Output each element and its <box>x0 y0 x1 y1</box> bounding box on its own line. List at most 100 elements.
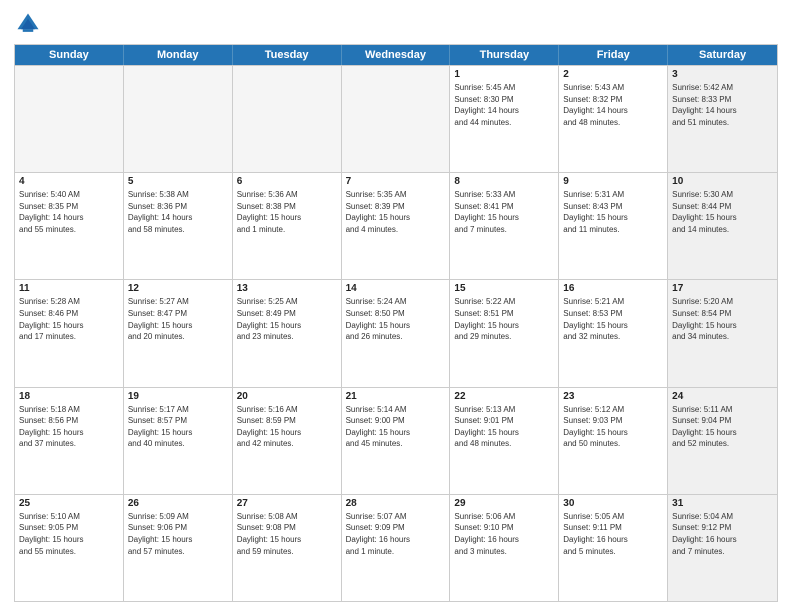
day-info: Sunrise: 5:14 AM Sunset: 9:00 PM Dayligh… <box>346 404 446 450</box>
day-info: Sunrise: 5:30 AM Sunset: 8:44 PM Dayligh… <box>672 189 773 235</box>
day-info: Sunrise: 5:31 AM Sunset: 8:43 PM Dayligh… <box>563 189 663 235</box>
day-cell-15: 15Sunrise: 5:22 AM Sunset: 8:51 PM Dayli… <box>450 280 559 386</box>
empty-cell <box>342 66 451 172</box>
day-info: Sunrise: 5:40 AM Sunset: 8:35 PM Dayligh… <box>19 189 119 235</box>
day-info: Sunrise: 5:12 AM Sunset: 9:03 PM Dayligh… <box>563 404 663 450</box>
day-cell-20: 20Sunrise: 5:16 AM Sunset: 8:59 PM Dayli… <box>233 388 342 494</box>
day-cell-7: 7Sunrise: 5:35 AM Sunset: 8:39 PM Daylig… <box>342 173 451 279</box>
day-number: 11 <box>19 283 119 294</box>
weekday-header-saturday: Saturday <box>668 45 777 65</box>
day-info: Sunrise: 5:21 AM Sunset: 8:53 PM Dayligh… <box>563 296 663 342</box>
week-row-2: 4 Sunrise: 5:40 AM Sunset: 8:35 PM Daylig… <box>15 172 777 279</box>
day-info: Sunrise: 5:24 AM Sunset: 8:50 PM Dayligh… <box>346 296 446 342</box>
day-cell-23: 23 Sunrise: 5:12 AM Sunset: 9:03 PM Dayli… <box>559 388 668 494</box>
week-row-5: 25 Sunrise: 5:10 AM Sunset: 9:05 PM Dayli… <box>15 494 777 601</box>
day-info: Sunrise: 5:06 AM Sunset: 9:10 PM Dayligh… <box>454 511 554 557</box>
day-number: 12 <box>128 283 228 294</box>
day-cell-14: 14 Sunrise: 5:24 AM Sunset: 8:50 PM Dayli… <box>342 280 451 386</box>
day-number: 3 <box>672 69 773 80</box>
day-number: 24 <box>672 391 773 402</box>
day-cell-28: 28Sunrise: 5:07 AM Sunset: 9:09 PM Dayli… <box>342 495 451 601</box>
day-cell-10: 10 Sunrise: 5:30 AM Sunset: 8:44 PM Dayli… <box>668 173 777 279</box>
day-cell-21: 21 Sunrise: 5:14 AM Sunset: 9:00 PM Dayli… <box>342 388 451 494</box>
day-info: Sunrise: 5:42 AM Sunset: 8:33 PM Dayligh… <box>672 82 773 128</box>
day-cell-27: 27 Sunrise: 5:08 AM Sunset: 9:08 PM Dayli… <box>233 495 342 601</box>
day-number: 19 <box>128 391 228 402</box>
day-cell-6: 6Sunrise: 5:36 AM Sunset: 8:38 PM Daylig… <box>233 173 342 279</box>
day-number: 31 <box>672 498 773 509</box>
day-info: Sunrise: 5:36 AM Sunset: 8:38 PM Dayligh… <box>237 189 337 235</box>
day-info: Sunrise: 5:10 AM Sunset: 9:05 PM Dayligh… <box>19 511 119 557</box>
day-number: 30 <box>563 498 663 509</box>
day-cell-29: 29 Sunrise: 5:06 AM Sunset: 9:10 PM Dayli… <box>450 495 559 601</box>
day-cell-11: 11 Sunrise: 5:28 AM Sunset: 8:46 PM Dayli… <box>15 280 124 386</box>
empty-cell <box>233 66 342 172</box>
day-info: Sunrise: 5:09 AM Sunset: 9:06 PM Dayligh… <box>128 511 228 557</box>
day-number: 14 <box>346 283 446 294</box>
empty-cell <box>15 66 124 172</box>
day-number: 23 <box>563 391 663 402</box>
day-cell-26: 26Sunrise: 5:09 AM Sunset: 9:06 PM Dayli… <box>124 495 233 601</box>
day-number: 20 <box>237 391 337 402</box>
day-cell-2: 2 Sunrise: 5:43 AM Sunset: 8:32 PM Daylig… <box>559 66 668 172</box>
calendar-body: 1Sunrise: 5:45 AM Sunset: 8:30 PM Daylig… <box>15 65 777 601</box>
day-number: 4 <box>19 176 119 187</box>
empty-cell <box>124 66 233 172</box>
day-cell-12: 12 Sunrise: 5:27 AM Sunset: 8:47 PM Dayli… <box>124 280 233 386</box>
day-cell-4: 4 Sunrise: 5:40 AM Sunset: 8:35 PM Daylig… <box>15 173 124 279</box>
day-number: 13 <box>237 283 337 294</box>
day-number: 29 <box>454 498 554 509</box>
day-info: Sunrise: 5:08 AM Sunset: 9:08 PM Dayligh… <box>237 511 337 557</box>
day-cell-25: 25 Sunrise: 5:10 AM Sunset: 9:05 PM Dayli… <box>15 495 124 601</box>
day-cell-18: 18 Sunrise: 5:18 AM Sunset: 8:56 PM Dayli… <box>15 388 124 494</box>
day-cell-19: 19Sunrise: 5:17 AM Sunset: 8:57 PM Dayli… <box>124 388 233 494</box>
weekday-header-thursday: Thursday <box>450 45 559 65</box>
day-info: Sunrise: 5:38 AM Sunset: 8:36 PM Dayligh… <box>128 189 228 235</box>
day-number: 27 <box>237 498 337 509</box>
week-row-4: 18 Sunrise: 5:18 AM Sunset: 8:56 PM Dayli… <box>15 387 777 494</box>
day-cell-30: 30Sunrise: 5:05 AM Sunset: 9:11 PM Dayli… <box>559 495 668 601</box>
day-cell-16: 16 Sunrise: 5:21 AM Sunset: 8:53 PM Dayli… <box>559 280 668 386</box>
day-number: 17 <box>672 283 773 294</box>
day-number: 25 <box>19 498 119 509</box>
day-cell-17: 17 Sunrise: 5:20 AM Sunset: 8:54 PM Dayli… <box>668 280 777 386</box>
logo-icon <box>14 10 42 38</box>
day-number: 15 <box>454 283 554 294</box>
day-info: Sunrise: 5:13 AM Sunset: 9:01 PM Dayligh… <box>454 404 554 450</box>
weekday-header-sunday: Sunday <box>15 45 124 65</box>
weekday-header-wednesday: Wednesday <box>342 45 451 65</box>
weekday-header-monday: Monday <box>124 45 233 65</box>
day-info: Sunrise: 5:25 AM Sunset: 8:49 PM Dayligh… <box>237 296 337 342</box>
day-info: Sunrise: 5:43 AM Sunset: 8:32 PM Dayligh… <box>563 82 663 128</box>
day-number: 5 <box>128 176 228 187</box>
day-info: Sunrise: 5:27 AM Sunset: 8:47 PM Dayligh… <box>128 296 228 342</box>
weekday-header-tuesday: Tuesday <box>233 45 342 65</box>
day-info: Sunrise: 5:28 AM Sunset: 8:46 PM Dayligh… <box>19 296 119 342</box>
day-cell-8: 8Sunrise: 5:33 AM Sunset: 8:41 PM Daylig… <box>450 173 559 279</box>
week-row-3: 11 Sunrise: 5:28 AM Sunset: 8:46 PM Dayli… <box>15 279 777 386</box>
day-number: 1 <box>454 69 554 80</box>
calendar: SundayMondayTuesdayWednesdayThursdayFrid… <box>14 44 778 602</box>
day-number: 8 <box>454 176 554 187</box>
weekday-header-friday: Friday <box>559 45 668 65</box>
day-number: 22 <box>454 391 554 402</box>
day-cell-24: 24Sunrise: 5:11 AM Sunset: 9:04 PM Dayli… <box>668 388 777 494</box>
day-info: Sunrise: 5:04 AM Sunset: 9:12 PM Dayligh… <box>672 511 773 557</box>
day-info: Sunrise: 5:18 AM Sunset: 8:56 PM Dayligh… <box>19 404 119 450</box>
day-info: Sunrise: 5:07 AM Sunset: 9:09 PM Dayligh… <box>346 511 446 557</box>
day-number: 2 <box>563 69 663 80</box>
day-number: 10 <box>672 176 773 187</box>
day-cell-3: 3 Sunrise: 5:42 AM Sunset: 8:33 PM Daylig… <box>668 66 777 172</box>
day-cell-9: 9Sunrise: 5:31 AM Sunset: 8:43 PM Daylig… <box>559 173 668 279</box>
calendar-header: SundayMondayTuesdayWednesdayThursdayFrid… <box>15 45 777 65</box>
day-number: 16 <box>563 283 663 294</box>
day-cell-5: 5 Sunrise: 5:38 AM Sunset: 8:36 PM Daylig… <box>124 173 233 279</box>
day-info: Sunrise: 5:20 AM Sunset: 8:54 PM Dayligh… <box>672 296 773 342</box>
day-number: 21 <box>346 391 446 402</box>
day-cell-13: 13 Sunrise: 5:25 AM Sunset: 8:49 PM Dayli… <box>233 280 342 386</box>
day-number: 7 <box>346 176 446 187</box>
day-cell-1: 1Sunrise: 5:45 AM Sunset: 8:30 PM Daylig… <box>450 66 559 172</box>
day-number: 18 <box>19 391 119 402</box>
day-cell-31: 31 Sunrise: 5:04 AM Sunset: 9:12 PM Dayli… <box>668 495 777 601</box>
header <box>14 10 778 38</box>
